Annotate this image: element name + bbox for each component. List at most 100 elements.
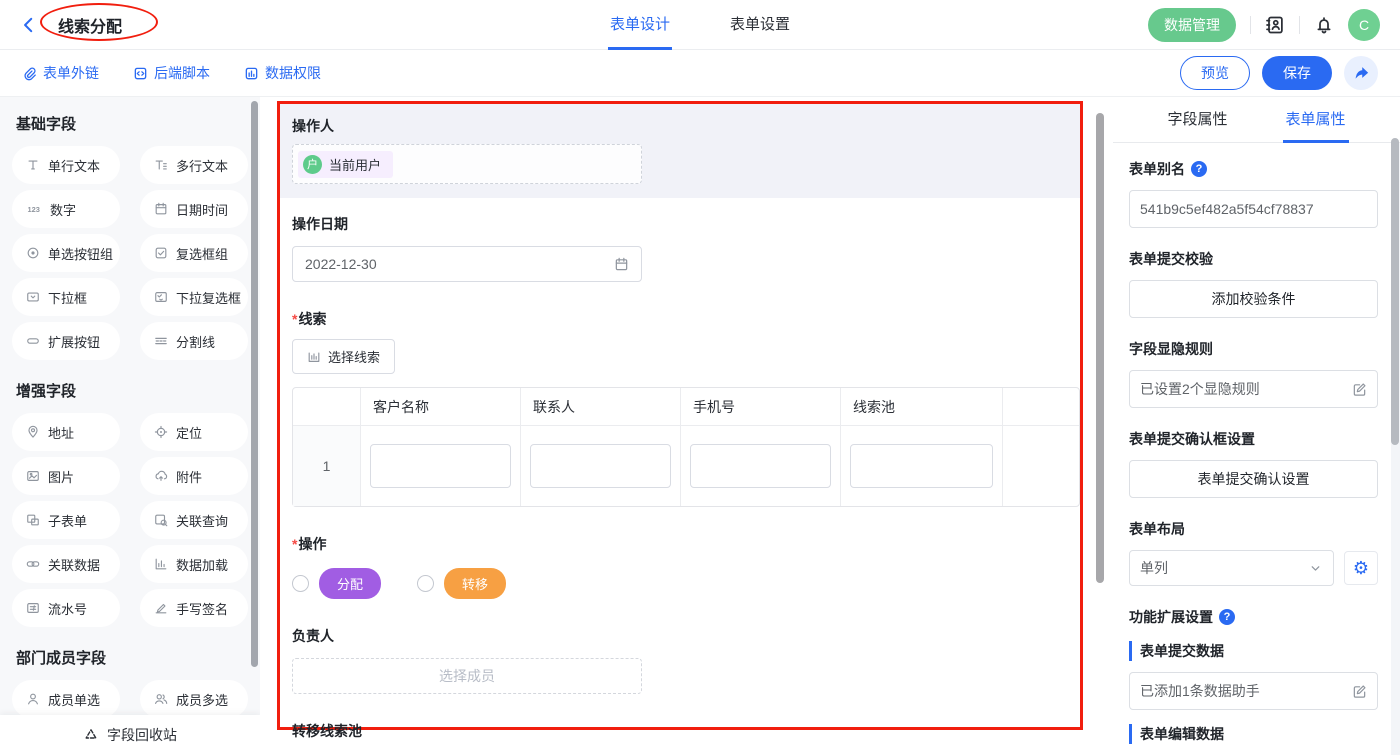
contact-input[interactable] [530, 444, 671, 488]
layout-select[interactable]: 单列 [1129, 550, 1334, 586]
field-owner[interactable]: 负责人 选择成员 [292, 626, 1068, 694]
search-box-icon [154, 513, 168, 527]
body-row: 基础字段 单行文本 多行文本 数字 日期时间 单选按钮组 复选框组 下拉框 下拉… [0, 97, 1400, 755]
field-item-divider[interactable]: 分割线 [140, 322, 248, 360]
tab-form-design[interactable]: 表单设计 [608, 0, 672, 50]
contacts-book-icon[interactable] [1265, 15, 1285, 35]
col-clue-pool: 线索池 [841, 388, 1003, 426]
divider-icon [154, 334, 168, 348]
field-item-radio-group[interactable]: 单选按钮组 [12, 234, 120, 272]
data-manage-button[interactable]: 数据管理 [1148, 8, 1236, 42]
field-item-address[interactable]: 地址 [12, 413, 120, 451]
field-library-sidebar: 基础字段 单行文本 多行文本 数字 日期时间 单选按钮组 复选框组 下拉框 下拉… [0, 97, 260, 755]
field-operation[interactable]: *操作 分配 转移 [292, 534, 1068, 599]
canvas-scrollbar[interactable] [1096, 113, 1104, 583]
operator-label: 操作人 [292, 116, 1068, 136]
option-assign[interactable]: 分配 [292, 568, 381, 599]
field-item-attachment[interactable]: 附件 [140, 457, 248, 495]
visibility-rules-box[interactable]: 已设置2个显隐规则 [1129, 370, 1378, 408]
field-item-subform[interactable]: 子表单 [12, 501, 120, 539]
user-tag-icon: 户 [303, 155, 322, 174]
field-item-datetime[interactable]: 日期时间 [140, 190, 248, 228]
notification-bell-icon[interactable] [1314, 15, 1334, 35]
tab-field-properties[interactable]: 字段属性 [1164, 97, 1230, 143]
field-operator[interactable]: 操作人 户 当前用户 [280, 104, 1080, 198]
user-avatar[interactable]: C [1348, 9, 1380, 41]
operation-label: *操作 [292, 534, 1068, 554]
field-item-member-multi[interactable]: 成员多选 [140, 680, 248, 718]
assign-pill[interactable]: 分配 [319, 568, 381, 599]
back-button[interactable] [20, 16, 38, 34]
subform-icon [26, 513, 40, 527]
sidebar-scrollbar[interactable] [251, 101, 258, 667]
field-item-number[interactable]: 数字 [12, 190, 120, 228]
field-item-multi-text[interactable]: 多行文本 [140, 146, 248, 184]
field-item-data-load[interactable]: 数据加载 [140, 545, 248, 583]
date-input[interactable] [305, 256, 614, 272]
select-member-box[interactable]: 选择成员 [292, 658, 642, 694]
section-title-member-fields: 部门成员字段 [16, 647, 248, 668]
submit-data-box[interactable]: 已添加1条数据助手 [1129, 672, 1378, 710]
operator-value-box[interactable]: 户 当前用户 [292, 144, 642, 184]
edit-icon[interactable] [1352, 684, 1367, 699]
add-validation-button[interactable]: 添加校验条件 [1129, 280, 1378, 318]
col-extra [1003, 388, 1079, 426]
calendar-icon [154, 202, 168, 216]
clue-label: *线索 [292, 309, 1068, 329]
field-recycle-bin[interactable]: 字段回收站 [0, 715, 260, 755]
select-clue-button[interactable]: 选择线索 [292, 339, 395, 374]
preview-button[interactable]: 预览 [1180, 56, 1250, 90]
option-transfer[interactable]: 转移 [417, 568, 506, 599]
calendar-icon[interactable] [614, 257, 629, 272]
phone-input[interactable] [690, 444, 831, 488]
field-item-signature[interactable]: 手写签名 [140, 589, 248, 627]
required-mark: * [292, 536, 297, 552]
backend-script-link[interactable]: 后端脚本 [133, 63, 210, 83]
field-item-member-single[interactable]: 成员单选 [12, 680, 120, 718]
tab-form-settings[interactable]: 表单设置 [728, 0, 792, 50]
field-item-extend-button[interactable]: 扩展按钮 [12, 322, 120, 360]
field-item-related-query[interactable]: 关联查询 [140, 501, 248, 539]
field-item-image[interactable]: 图片 [12, 457, 120, 495]
help-icon[interactable]: ? [1219, 609, 1235, 625]
clue-table: 客户名称 联系人 手机号 线索池 1 [292, 387, 1080, 507]
header-right: 数据管理 C [1148, 8, 1380, 42]
clue-pool-input[interactable] [850, 444, 993, 488]
submit-confirm-button[interactable]: 表单提交确认设置 [1129, 460, 1378, 498]
field-clue[interactable]: *线索 选择线索 客户名称 联系人 手机号 线索池 [292, 309, 1068, 507]
field-item-multi-select[interactable]: 下拉复选框 [140, 278, 248, 316]
data-permission-link[interactable]: 数据权限 [244, 63, 321, 83]
col-index [293, 388, 361, 426]
field-item-single-text[interactable]: 单行文本 [12, 146, 120, 184]
script-icon [133, 66, 148, 81]
field-item-related-data[interactable]: 关联数据 [12, 545, 120, 583]
panel-scrollbar-thumb[interactable] [1391, 138, 1399, 445]
form-alias-input[interactable] [1140, 201, 1367, 217]
layout-gear-button[interactable]: ⚙ [1344, 551, 1378, 585]
share-arrow-icon [1353, 65, 1370, 82]
image-icon [26, 469, 40, 483]
share-button[interactable] [1344, 56, 1378, 90]
field-transfer-pool[interactable]: 转移线索池 [292, 721, 1068, 755]
radio-assign[interactable] [292, 575, 309, 592]
field-item-checkbox-group[interactable]: 复选框组 [140, 234, 248, 272]
radio-transfer[interactable] [417, 575, 434, 592]
form-external-link[interactable]: 表单外链 [22, 63, 99, 83]
save-button[interactable]: 保存 [1262, 56, 1332, 90]
bar-chart-icon [154, 557, 168, 571]
col-phone: 手机号 [681, 388, 841, 426]
visibility-rules-label: 字段显隐规则 [1129, 339, 1378, 359]
help-icon[interactable]: ? [1191, 161, 1207, 177]
field-item-serial-number[interactable]: 流水号 [12, 589, 120, 627]
transfer-pill[interactable]: 转移 [444, 568, 506, 599]
field-item-select[interactable]: 下拉框 [12, 278, 120, 316]
field-operate-date[interactable]: 操作日期 [292, 214, 1068, 282]
edit-icon[interactable] [1352, 382, 1367, 397]
person-icon [26, 692, 40, 706]
section-title-basic-fields: 基础字段 [16, 113, 248, 134]
tab-form-properties[interactable]: 表单属性 [1283, 97, 1349, 143]
divider [1299, 16, 1300, 34]
field-item-location[interactable]: 定位 [140, 413, 248, 451]
customer-name-input[interactable] [370, 444, 511, 488]
checkbox-icon [154, 246, 168, 260]
